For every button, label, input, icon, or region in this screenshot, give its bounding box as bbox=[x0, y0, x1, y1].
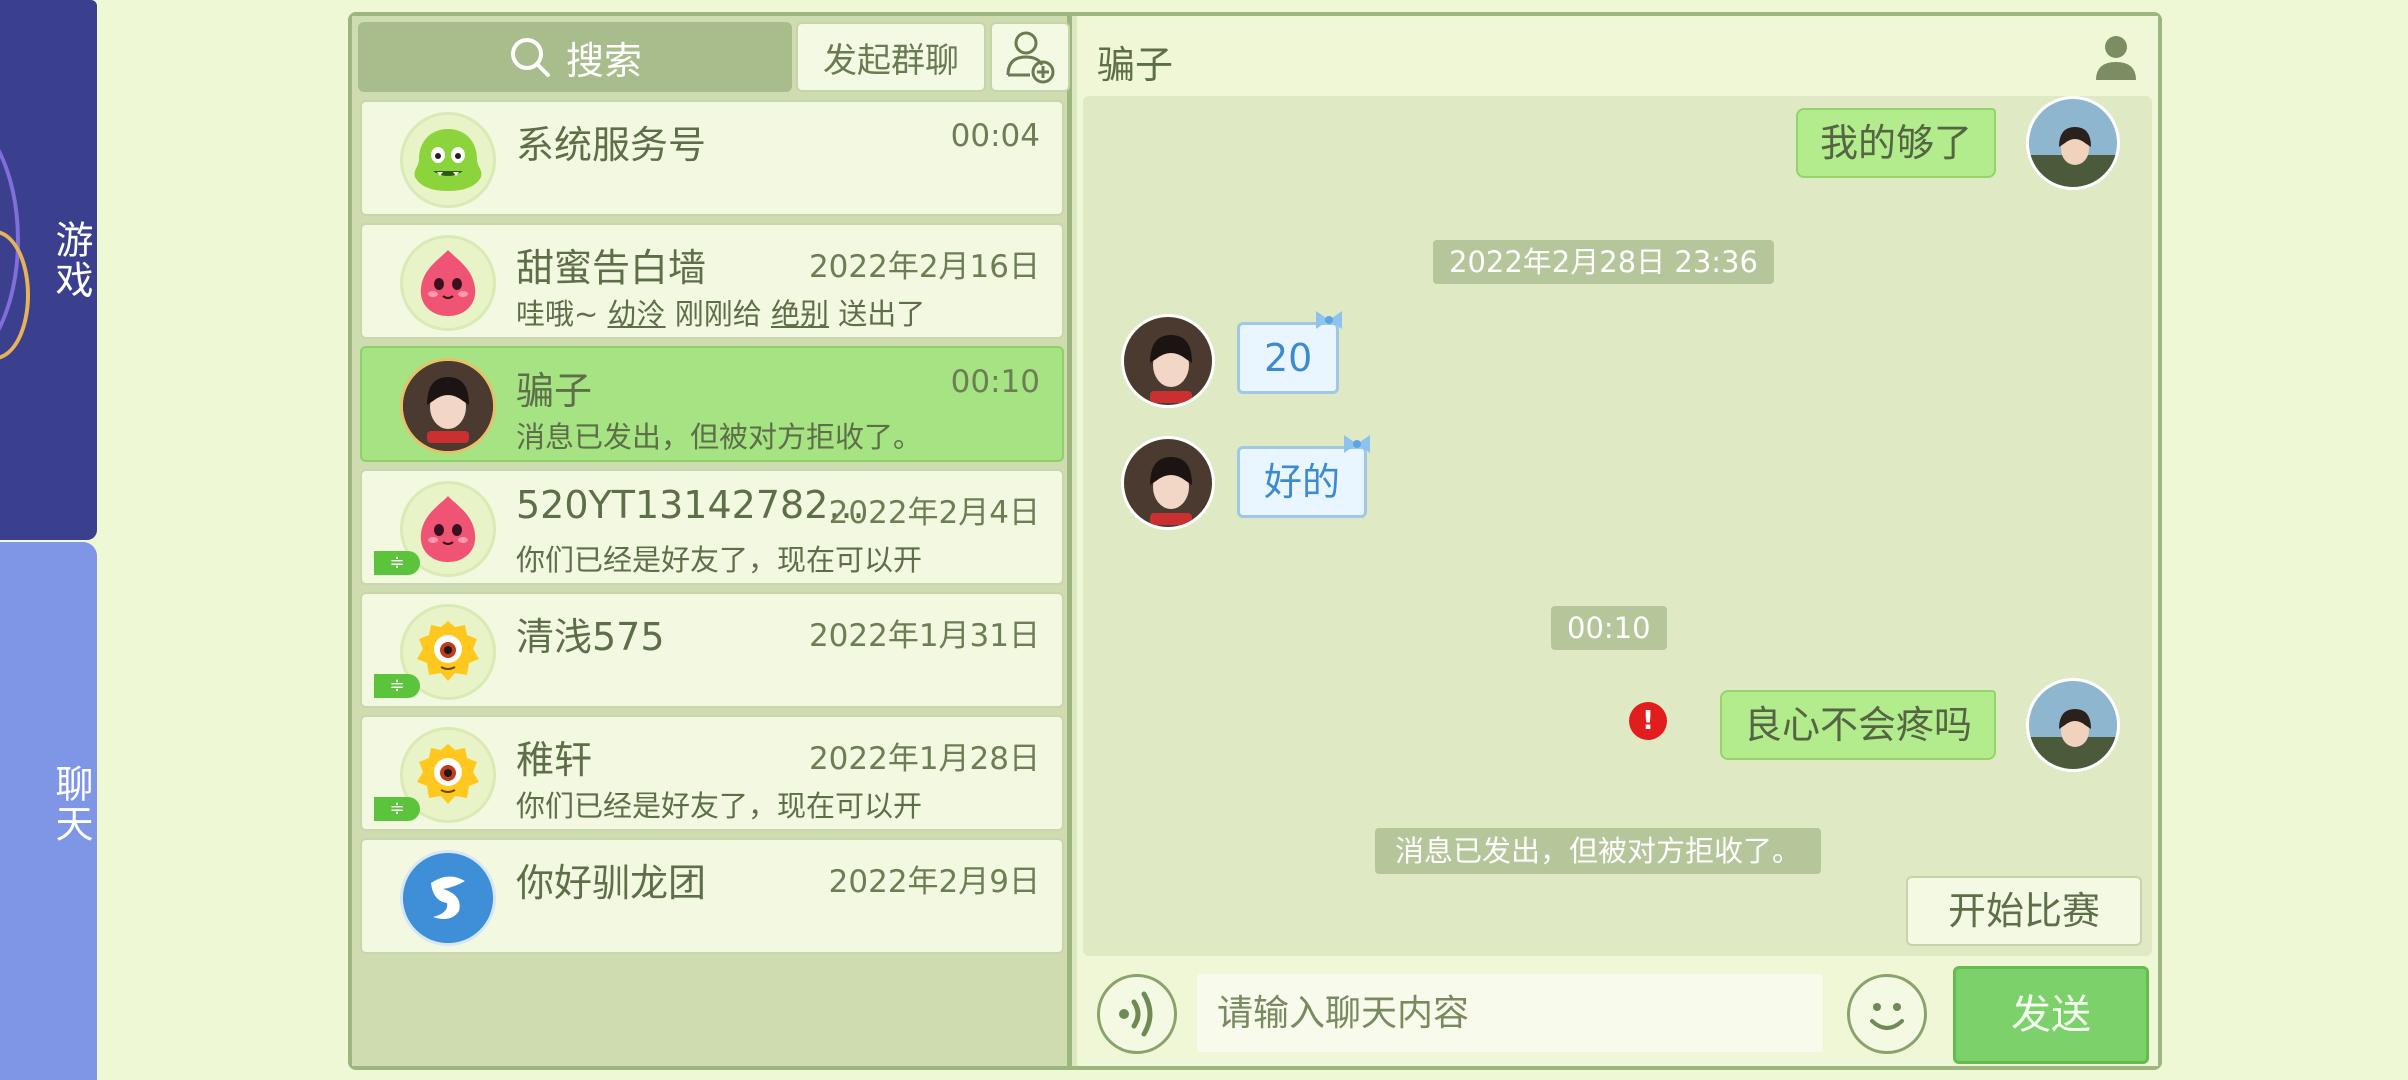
search-icon bbox=[510, 38, 550, 77]
chat-window: 搜索 发起群聊 系统服务号 00:04 甜蜜告白墙 2022年2月16日 哇哦~… bbox=[348, 12, 2162, 1070]
message-timestamp: 2022年2月28日 23:36 bbox=[1433, 240, 1774, 284]
emoji-button[interactable] bbox=[1847, 974, 1927, 1054]
contact-preview: 你们已经是好友了，现在可以开 bbox=[516, 789, 923, 823]
message-timestamp: 00:10 bbox=[1551, 606, 1667, 650]
contact-time: 2022年2月4日 bbox=[828, 495, 1040, 531]
contact-item[interactable]: ≑ 稚轩 2022年1月28日 你们已经是好友了，现在可以开 bbox=[360, 715, 1064, 831]
message-bubble-out[interactable]: 我的够了 bbox=[1795, 108, 1996, 178]
blue-dragon-icon bbox=[403, 853, 493, 943]
chat-input[interactable] bbox=[1197, 974, 1823, 1052]
user-photo bbox=[1124, 317, 1212, 405]
my-avatar[interactable] bbox=[2026, 678, 2120, 772]
tab-chat[interactable]: 聊天 bbox=[0, 542, 97, 1080]
chat-panel: 骗子 我的够了 2022年2月28日 23:36 20 好的 00:10 ! 良… bbox=[1077, 16, 2158, 1066]
contact-time: 2022年2月16日 bbox=[808, 249, 1040, 285]
friend-tag-icon: ≑ bbox=[374, 674, 420, 698]
user-photo bbox=[2029, 681, 2117, 769]
avatar bbox=[400, 850, 496, 946]
contact-time: 2022年2月9日 bbox=[828, 864, 1040, 900]
message-bubble-in[interactable]: 20 bbox=[1237, 311, 1343, 394]
message-text: 好的 bbox=[1264, 460, 1341, 504]
my-avatar[interactable] bbox=[2026, 96, 2120, 190]
contact-item[interactable]: 你好驯龙团 2022年2月9日 bbox=[360, 838, 1064, 954]
contact-name: 系统服务号 bbox=[516, 123, 707, 167]
bow-decoration-icon bbox=[1344, 435, 1371, 453]
contact-item[interactable]: ≑ 520YT13142782... 2022年2月4日 你们已经是好友了，现在… bbox=[360, 469, 1064, 585]
voice-icon bbox=[1119, 991, 1153, 1037]
contact-preview: 你们已经是好友了，现在可以开 bbox=[516, 543, 923, 577]
message-text: 20 bbox=[1264, 336, 1313, 380]
contact-item[interactable]: 甜蜜告白墙 2022年2月16日 哇哦~ 幼泠 刚刚给 绝别 送出了 bbox=[360, 223, 1064, 339]
avatar bbox=[400, 358, 496, 454]
contact-preview: 消息已发出，但被对方拒收了。 bbox=[516, 420, 923, 454]
avatar bbox=[400, 112, 496, 208]
contact-preview: 哇哦~ 幼泠 刚刚给 绝别 送出了 bbox=[516, 297, 926, 331]
contact-time: 2022年1月28日 bbox=[808, 741, 1040, 777]
contact-name: 骗子 bbox=[516, 369, 593, 413]
green-monster-icon bbox=[414, 129, 482, 191]
contact-avatar[interactable] bbox=[1121, 436, 1215, 530]
contact-name: 520YT13142782... bbox=[516, 483, 865, 527]
user-profile-icon[interactable] bbox=[2094, 34, 2138, 82]
chat-title: 骗子 bbox=[1097, 43, 1174, 87]
sender-name: 幼泠 bbox=[607, 297, 666, 331]
contact-item[interactable]: 系统服务号 00:04 bbox=[360, 100, 1064, 216]
start-group-chat-button[interactable]: 发起群聊 bbox=[796, 22, 986, 92]
receiver-name: 绝别 bbox=[770, 297, 829, 331]
add-user-icon bbox=[1006, 31, 1055, 84]
send-error-icon[interactable]: ! bbox=[1629, 702, 1667, 740]
contact-item-active[interactable]: 骗子 00:10 消息已发出，但被对方拒收了。 bbox=[360, 346, 1064, 462]
voice-button[interactable] bbox=[1097, 974, 1177, 1054]
contact-time: 00:10 bbox=[950, 364, 1040, 400]
send-button[interactable]: 发送 bbox=[1953, 966, 2149, 1064]
friend-tag-icon: ≑ bbox=[374, 797, 420, 821]
message-area[interactable]: 我的够了 2022年2月28日 23:36 20 好的 00:10 ! 良心不会… bbox=[1083, 96, 2152, 956]
tab-chat-label: 聊天 bbox=[49, 764, 93, 844]
start-match-button[interactable]: 开始比赛 bbox=[1906, 876, 2142, 946]
smiley-icon bbox=[1870, 1003, 1904, 1030]
side-tab-strip: 游戏 聊天 bbox=[0, 0, 97, 1080]
contact-name: 你好驯龙团 bbox=[516, 861, 707, 905]
input-bar: 发送 bbox=[1077, 960, 2158, 1066]
bow-decoration-icon bbox=[1316, 311, 1343, 329]
user-photo bbox=[2029, 99, 2117, 187]
contact-avatar[interactable] bbox=[1121, 314, 1215, 408]
rejected-notice: 消息已发出，但被对方拒收了。 bbox=[1375, 828, 1822, 874]
contact-item[interactable]: ≑ 清浅575 2022年1月31日 bbox=[360, 592, 1064, 708]
user-photo bbox=[403, 361, 493, 451]
search-button[interactable]: 搜索 bbox=[358, 22, 792, 92]
avatar bbox=[400, 235, 496, 331]
contact-time: 00:04 bbox=[950, 118, 1040, 154]
message-bubble-in[interactable]: 好的 bbox=[1237, 435, 1371, 518]
message-bubble-out[interactable]: 良心不会疼吗 bbox=[1719, 690, 1996, 760]
search-label: 搜索 bbox=[565, 38, 642, 83]
pink-blob-icon bbox=[420, 250, 476, 316]
friend-tag-icon: ≑ bbox=[374, 551, 420, 575]
tab-game[interactable]: 游戏 bbox=[0, 0, 97, 540]
tab-game-label: 游戏 bbox=[49, 220, 93, 300]
add-friend-button[interactable] bbox=[990, 22, 1070, 92]
contact-list-panel: 搜索 发起群聊 系统服务号 00:04 甜蜜告白墙 2022年2月16日 哇哦~… bbox=[352, 16, 1072, 1066]
user-photo bbox=[1124, 439, 1212, 527]
contact-time: 2022年1月31日 bbox=[808, 618, 1040, 654]
